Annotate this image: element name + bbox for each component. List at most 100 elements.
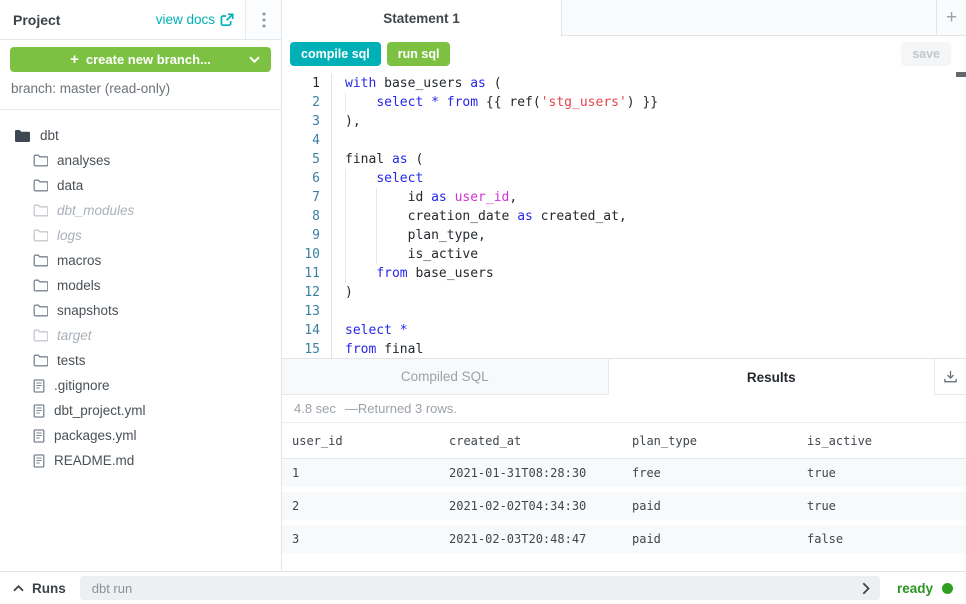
tree-item-dbt[interactable]: dbt [0,123,281,148]
indent-guide [345,188,346,207]
editor-gutter: 123456789101112131415 [282,74,332,358]
code-line[interactable]: is_active [345,245,966,264]
chevron-down-icon [249,56,260,63]
tree-item-macros[interactable]: macros [0,248,281,273]
code-line[interactable] [345,131,966,150]
indent-guide [345,93,346,112]
editor-toolbar: compile sql run sql save [282,36,966,72]
table-cell: 1 [282,466,439,480]
tree-item-models[interactable]: models [0,273,281,298]
code-line[interactable]: plan_type, [345,226,966,245]
line-number: 15 [282,340,320,358]
code-line[interactable]: from final [345,340,966,358]
tab-compiled-sql[interactable]: Compiled SQL [282,359,609,395]
save-button[interactable]: save [901,42,951,66]
tree-item-data[interactable]: data [0,173,281,198]
chevron-right-icon[interactable] [862,582,870,595]
file-icon [33,404,45,418]
runs-toggle[interactable]: Runs [13,581,66,596]
tree-item-label: data [57,178,83,193]
create-branch-label: create new branch... [86,52,211,67]
dbt-ide-window: Project view docs + create new [0,0,966,604]
tree-item-label: packages.yml [54,428,137,443]
table-cell: paid [622,499,797,513]
query-row-message: —Returned 3 rows. [345,401,457,416]
tree-item-readme-md[interactable]: README.md [0,448,281,473]
folder-icon [33,179,48,192]
query-status-bar: 4.8 sec —Returned 3 rows. [282,395,966,423]
table-cell: paid [622,532,797,546]
new-statement-button[interactable]: + [936,0,966,35]
view-docs-link[interactable]: view docs [156,12,245,27]
code-line[interactable]: with base_users as ( [345,74,966,93]
run-command-input[interactable] [90,580,862,597]
run-command-box [80,576,880,600]
folder-open-icon [14,129,31,143]
sql-editor[interactable]: 123456789101112131415 with base_users as… [282,72,966,358]
results-panel: Compiled SQL Results 4.8 sec —Returned 3… [282,358,966,571]
external-link-icon [220,13,234,27]
code-line[interactable]: select [345,169,966,188]
tree-item-target[interactable]: target [0,323,281,348]
column-header: is_active [797,434,966,448]
code-line[interactable]: from base_users [345,264,966,283]
code-line[interactable]: select * [345,321,966,340]
tree-item-packages-yml[interactable]: packages.yml [0,423,281,448]
code-line[interactable]: select * from {{ ref('stg_users') }} [345,93,966,112]
runs-label: Runs [32,581,66,596]
tree-item-logs[interactable]: logs [0,223,281,248]
line-number: 6 [282,169,320,188]
code-line[interactable]: id as user_id, [345,188,966,207]
create-branch-button[interactable]: + create new branch... [10,47,271,72]
indent-guide [376,226,377,245]
editor-panel: Statement 1 + compile sql run sql save 1… [282,0,966,571]
tree-item-label: snapshots [57,303,119,318]
table-cell: false [797,532,966,546]
column-header: user_id [282,434,439,448]
line-number: 13 [282,302,320,321]
status-indicator: ready [897,581,953,596]
code-line[interactable]: creation_date as created_at, [345,207,966,226]
tree-item-snapshots[interactable]: snapshots [0,298,281,323]
code-line[interactable]: final as ( [345,150,966,169]
statement-tab-bar: Statement 1 + [282,0,966,36]
editor-scrollbar-thumb[interactable] [956,72,966,77]
statement-tab-label: Statement 1 [383,11,460,26]
tree-item-dbt-project-yml[interactable]: dbt_project.yml [0,398,281,423]
project-sidebar: Project view docs + create new [0,0,282,571]
table-cell: true [797,466,966,480]
tree-item-analyses[interactable]: analyses [0,148,281,173]
table-cell: true [797,499,966,513]
table-row: 22021-02-02T04:34:30paidtrue [282,492,966,525]
line-number: 2 [282,93,320,112]
download-results-button[interactable] [934,359,966,395]
line-number: 4 [282,131,320,150]
tree-item-dbt-modules[interactable]: dbt_modules [0,198,281,223]
sidebar-menu-button[interactable] [245,0,281,39]
sidebar-header: Project view docs [0,0,281,40]
folder-icon [33,254,48,267]
code-line[interactable]: ) [345,283,966,302]
column-header: plan_type [622,434,797,448]
runs-footer-bar: Runs ready [0,571,966,604]
tab-results[interactable]: Results [609,359,935,395]
results-table-body: 12021-01-31T08:28:30freetrue22021-02-02T… [282,459,966,558]
code-line[interactable] [345,302,966,321]
download-icon [943,369,958,384]
tree-item-label: dbt [40,128,59,143]
code-line[interactable]: ), [345,112,966,131]
tab-statement-1[interactable]: Statement 1 [282,0,562,37]
branch-status: branch: master (read-only) [0,72,281,110]
tree-item-label: dbt_modules [57,203,134,218]
compiled-sql-tab-label: Compiled SQL [401,369,489,384]
tree-item-tests[interactable]: tests [0,348,281,373]
tree-item-gitignore[interactable]: .gitignore [0,373,281,398]
table-cell: 2021-02-02T04:34:30 [439,499,622,513]
table-cell: 3 [282,532,439,546]
run-sql-button[interactable]: run sql [387,42,451,66]
results-tab-label: Results [747,370,796,385]
branch-area: + create new branch... [0,40,281,72]
ready-label: ready [897,581,933,596]
compile-sql-button[interactable]: compile sql [290,42,381,66]
file-icon [33,429,45,443]
